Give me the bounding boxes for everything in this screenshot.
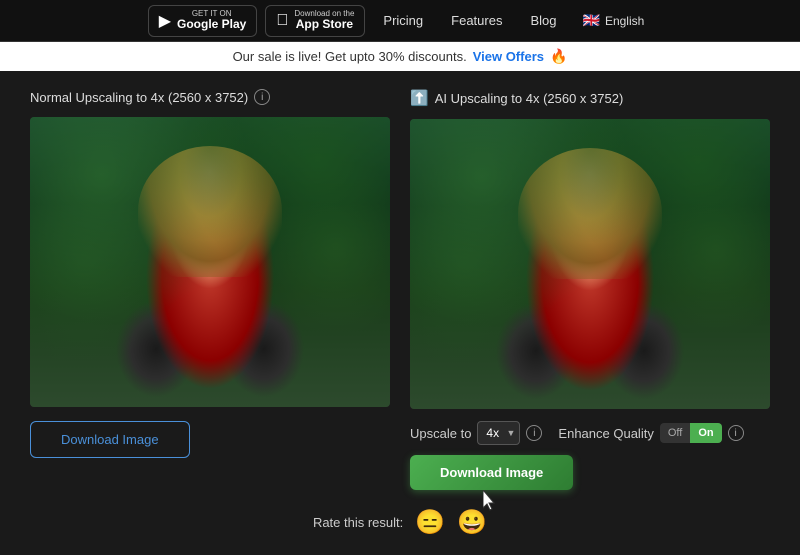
apple-icon:  <box>276 12 288 30</box>
left-download-section: Download Image <box>30 421 390 458</box>
language-label: English <box>605 14 644 28</box>
google-play-bottom-label: Google Play <box>177 18 246 31</box>
toggle-off-option[interactable]: Off <box>660 423 690 443</box>
left-image <box>30 117 390 407</box>
sale-text: Our sale is live! Get upto 30% discounts… <box>233 49 467 64</box>
upscale-select[interactable]: 4x 2x 1x <box>477 421 520 445</box>
rating-label: Rate this result: <box>313 515 403 530</box>
blog-link[interactable]: Blog <box>520 0 566 42</box>
upscale-select-wrapper: 4x 2x 1x ▼ <box>477 421 520 445</box>
right-image-container <box>410 119 770 409</box>
controls-row: Upscale to 4x 2x 1x ▼ i Enhance Qua <box>410 421 770 445</box>
info-icon-left[interactable]: i <box>254 89 270 105</box>
pricing-link[interactable]: Pricing <box>373 0 433 42</box>
main-content: Normal Upscaling to 4x (2560 x 3752) i D… <box>0 71 800 555</box>
right-download-wrapper: Download Image <box>410 455 573 490</box>
navbar: ▶ GET IT ON Google Play  Download on th… <box>0 0 800 42</box>
app-store-button[interactable]:  Download on the App Store <box>265 5 365 37</box>
google-play-button[interactable]: ▶ GET IT ON Google Play <box>148 5 258 37</box>
right-panel-footer: Upscale to 4x 2x 1x ▼ i Enhance Qua <box>410 421 770 490</box>
right-panel-title-text: AI Upscaling to 4x (2560 x 3752) <box>435 91 624 106</box>
left-panel-title-text: Normal Upscaling to 4x (2560 x 3752) <box>30 90 248 105</box>
cursor-icon <box>483 490 501 512</box>
sale-banner: Our sale is live! Get upto 30% discounts… <box>0 42 800 71</box>
right-image <box>410 119 770 409</box>
right-panel-title: ⬆️ AI Upscaling to 4x (2560 x 3752) <box>410 89 770 107</box>
upscale-control: Upscale to 4x 2x 1x ▼ i <box>410 421 542 445</box>
view-offers-link[interactable]: View Offers <box>473 49 544 64</box>
info-icon-upscale[interactable]: i <box>526 425 542 441</box>
google-play-icon: ▶ <box>159 11 171 31</box>
left-image-container <box>30 117 390 407</box>
ai-upscale-icon: ⬆️ <box>410 89 429 107</box>
comparison-layout: Normal Upscaling to 4x (2560 x 3752) i D… <box>30 89 770 490</box>
flag-icon: 🇬🇧 <box>583 12 600 29</box>
right-download-button[interactable]: Download Image <box>410 455 573 490</box>
toggle-on-option[interactable]: On <box>690 423 721 443</box>
left-download-button[interactable]: Download Image <box>30 421 190 458</box>
left-panel-title: Normal Upscaling to 4x (2560 x 3752) i <box>30 89 390 105</box>
language-selector[interactable]: 🇬🇧 English <box>575 12 653 29</box>
info-icon-enhance[interactable]: i <box>728 425 744 441</box>
enhance-label: Enhance Quality <box>558 426 653 441</box>
features-link[interactable]: Features <box>441 0 512 42</box>
enhance-control: Enhance Quality Off On i <box>558 423 743 443</box>
fire-icon: 🔥 <box>550 48 567 65</box>
upscale-label: Upscale to <box>410 426 471 441</box>
left-panel: Normal Upscaling to 4x (2560 x 3752) i D… <box>30 89 390 490</box>
right-panel: ⬆️ AI Upscaling to 4x (2560 x 3752) Upsc… <box>410 89 770 490</box>
app-store-bottom-label: App Store <box>294 18 354 31</box>
enhance-toggle[interactable]: Off On <box>660 423 722 443</box>
